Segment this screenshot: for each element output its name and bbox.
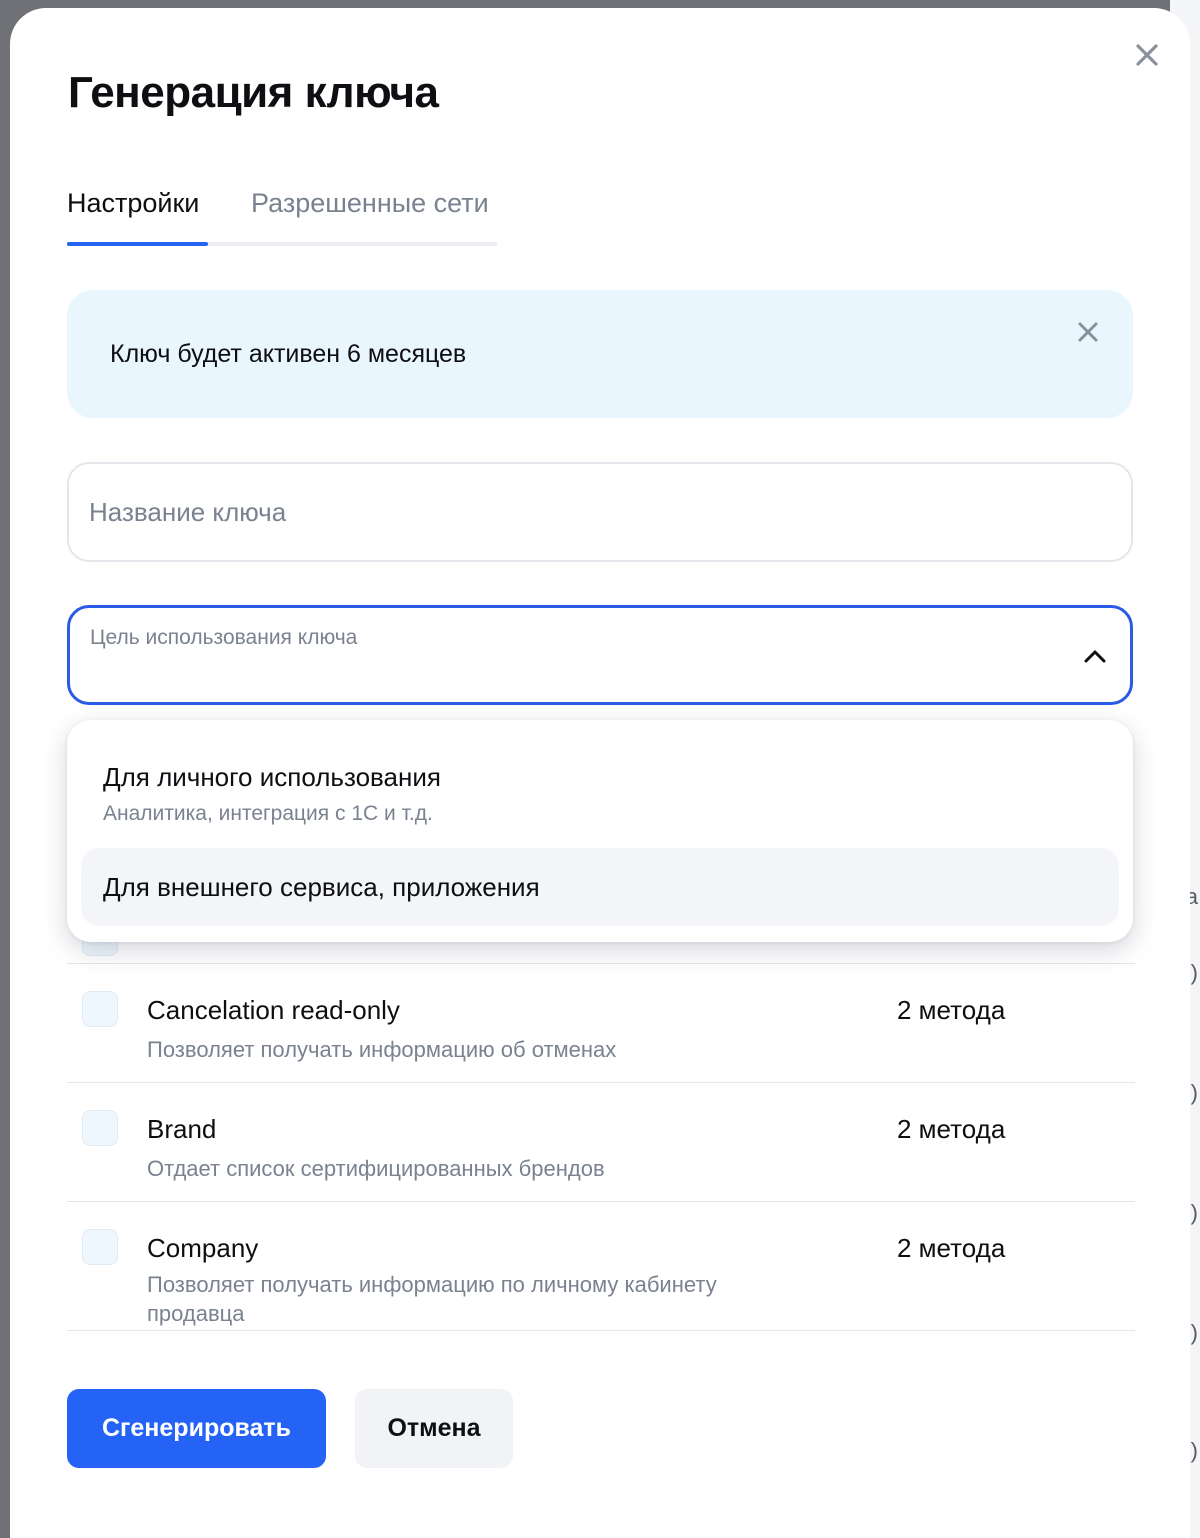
method-name: Company <box>147 1233 259 1263</box>
info-banner: Ключ будет активен 6 месяцев <box>67 290 1133 418</box>
modal-title: Генерация ключа <box>68 68 439 117</box>
method-name: Brand <box>147 1114 217 1144</box>
active-tab-indicator <box>67 242 208 246</box>
method-description: Отдает список сертифицированных брендов <box>147 1156 605 1181</box>
background-text-fragment: ) <box>1190 1200 1198 1225</box>
tab-allowed-networks[interactable]: Разрешенные сети <box>251 188 489 219</box>
option-title: Для личного использования <box>103 762 441 792</box>
info-banner-text: Ключ будет активен 6 месяцев <box>110 340 467 368</box>
background-text-fragment: ) <box>1190 1080 1198 1105</box>
key-name-field[interactable] <box>67 462 1133 562</box>
generate-key-modal: Генерация ключа Настройки Разрешенные се… <box>10 8 1190 1538</box>
info-banner-close-button[interactable] <box>1072 316 1104 348</box>
dropdown-option-personal-use[interactable]: Для личного использования Аналитика, инт… <box>81 740 1119 846</box>
method-count: 2 метода <box>897 1114 1006 1144</box>
method-row-brand: Brand Отдает список сертифицированных бр… <box>67 1084 1135 1202</box>
key-purpose-select[interactable]: Цель использования ключа <box>67 605 1133 705</box>
close-icon <box>1136 44 1158 66</box>
method-count: 2 метода <box>897 995 1006 1025</box>
method-checkbox[interactable] <box>82 991 118 1027</box>
option-subtitle: Аналитика, интеграция с 1С и т.д. <box>103 802 433 825</box>
generate-button[interactable]: Сгенерировать <box>67 1389 326 1468</box>
method-description: Позволяет получать информацию по личному… <box>147 1272 717 1326</box>
background-text-fragment: ) <box>1190 1320 1198 1345</box>
cancel-button[interactable]: Отмена <box>355 1389 513 1468</box>
method-checkbox[interactable] <box>82 1110 118 1146</box>
method-description: Позволяет получать информацию об отменах <box>147 1037 617 1062</box>
background-text-fragment: ) <box>1190 1438 1198 1463</box>
method-row-company: Company Позволяет получать информацию по… <box>67 1203 1135 1331</box>
tab-bar: Настройки Разрешенные сети <box>67 186 497 246</box>
close-icon <box>1078 322 1098 342</box>
method-checkbox[interactable] <box>82 1229 118 1265</box>
method-row-cancelation: Cancelation read-only Позволяет получать… <box>67 965 1135 1083</box>
key-purpose-label: Цель использования ключа <box>90 626 358 649</box>
dropdown-option-external-service[interactable]: Для внешнего сервиса, приложения <box>81 848 1119 926</box>
modal-close-button[interactable] <box>1130 38 1164 72</box>
background-text-fragment: ) <box>1190 960 1198 985</box>
tab-settings[interactable]: Настройки <box>67 188 199 219</box>
key-name-input[interactable] <box>89 492 1089 532</box>
method-count: 2 метода <box>897 1233 1006 1263</box>
key-purpose-dropdown: Для личного использования Аналитика, инт… <box>67 720 1133 942</box>
chevron-up-icon <box>1084 650 1106 663</box>
method-name: Cancelation read-only <box>147 995 400 1025</box>
option-title: Для внешнего сервиса, приложения <box>103 872 540 902</box>
